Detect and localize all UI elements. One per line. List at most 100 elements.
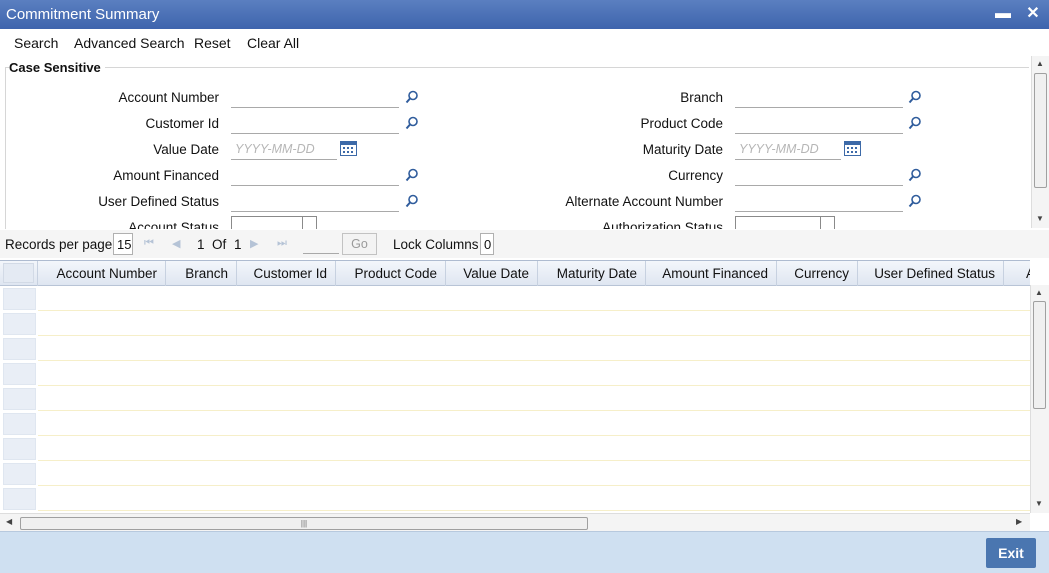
first-page-icon[interactable]: ⏮ [144,237,154,250]
lock-columns-label: Lock Columns [393,237,479,252]
alternate-account-number-label: Alternate Account Number [565,194,723,209]
table-row[interactable] [38,336,1030,361]
row-selector[interactable] [3,488,36,510]
table-row[interactable] [38,361,1030,386]
column-header[interactable]: A [1004,261,1030,286]
product-code-search-icon[interactable] [908,116,922,130]
branch-search-icon[interactable] [908,90,922,104]
scrollbar-thumb[interactable] [1033,301,1046,409]
lock-columns-input[interactable]: 0 [480,233,494,255]
row-selector[interactable] [3,313,36,335]
scroll-down-icon[interactable]: ▼ [1035,499,1043,508]
minimize-button[interactable]: ▬ [993,4,1013,24]
scrollbar-thumb[interactable] [1034,73,1047,188]
grid-header: Account Number Branch Customer Id Produc… [0,261,1030,286]
exit-button[interactable]: Exit [986,538,1036,568]
account-number-search-icon[interactable] [405,90,419,104]
alternate-account-number-search-icon[interactable] [908,194,922,208]
grid-vertical-scrollbar[interactable]: ▲ ▼ [1030,285,1049,513]
column-header[interactable]: Product Code [336,261,446,286]
column-header[interactable]: Customer Id [237,261,336,286]
product-code-label: Product Code [640,116,723,131]
currency-input[interactable] [735,167,903,186]
currency-search-icon[interactable] [908,168,922,182]
scroll-right-icon[interactable]: ▶ [1016,517,1022,526]
select-all-header[interactable] [0,261,38,286]
account-status-label: Account Status [128,220,219,229]
table-row[interactable] [38,386,1030,411]
title-bar: Commitment Summary ▬ ✕ [0,0,1049,29]
next-page-icon[interactable]: ▶ [250,237,258,250]
criteria-vertical-scrollbar[interactable]: ▲ ▼ [1031,56,1049,228]
maturity-date-label: Maturity Date [642,142,723,157]
customer-id-label: Customer Id [145,116,219,131]
scrollbar-thumb[interactable]: ||| [20,517,588,530]
goto-page-input[interactable] [303,235,339,254]
product-code-input[interactable] [735,115,903,134]
account-number-input[interactable] [231,89,399,108]
account-number-label: Account Number [118,90,219,105]
scroll-up-icon[interactable]: ▲ [1035,288,1043,297]
column-header[interactable]: User Defined Status [858,261,1004,286]
chevron-down-icon [820,217,834,229]
row-selector[interactable] [3,463,36,485]
maturity-date-calendar-icon[interactable] [844,141,861,156]
clear-all-button[interactable]: Clear All [247,35,299,51]
column-header[interactable]: Value Date [446,261,538,286]
toolbar: Search Advanced Search Reset Clear All [0,29,1049,55]
row-selector[interactable] [3,413,36,435]
column-header[interactable]: Amount Financed [646,261,777,286]
results-grid: Account Number Branch Customer Id Produc… [0,260,1030,513]
pagination-bar: Records per page 15 ⏮ ◀ 1 Of 1 ▶ ⏭ Go Lo… [0,230,1049,258]
branch-input[interactable] [735,89,903,108]
records-per-page-input[interactable]: 15 [113,233,133,255]
previous-page-icon[interactable]: ◀ [172,237,180,250]
user-defined-status-label: User Defined Status [98,194,219,209]
total-pages: 1 [234,237,242,252]
search-button[interactable]: Search [14,35,58,51]
user-defined-status-search-icon[interactable] [405,194,419,208]
table-row[interactable] [38,411,1030,436]
account-status-select[interactable] [231,216,317,229]
go-button[interactable]: Go [342,233,377,255]
scroll-up-icon[interactable]: ▲ [1036,59,1044,68]
table-row[interactable] [38,461,1030,486]
close-button[interactable]: ✕ [1023,4,1043,24]
maturity-date-placeholder: YYYY-MM-DD [739,142,819,156]
table-row[interactable] [38,436,1030,461]
table-row[interactable] [38,286,1030,311]
last-page-icon[interactable]: ⏭ [277,237,287,250]
alternate-account-number-input[interactable] [735,193,903,212]
window-title: Commitment Summary [6,6,160,23]
chevron-down-icon [302,217,316,229]
column-header[interactable]: Branch [166,261,237,286]
case-sensitive-label: Case Sensitive [9,60,105,75]
row-selector[interactable] [3,338,36,360]
table-row[interactable] [38,311,1030,336]
amount-financed-search-icon[interactable] [405,168,419,182]
amount-financed-input[interactable] [231,167,399,186]
advanced-search-button[interactable]: Advanced Search [74,35,185,51]
footer-bar: Exit [0,531,1049,573]
current-page: 1 [197,237,205,252]
amount-financed-label: Amount Financed [113,168,219,183]
row-selector[interactable] [3,388,36,410]
grid-horizontal-scrollbar[interactable]: ◀ ||| ▶ [0,513,1030,531]
authorization-status-label: Authorization Status [602,220,723,229]
customer-id-search-icon[interactable] [405,116,419,130]
of-label: Of [212,237,227,252]
user-defined-status-input[interactable] [231,193,399,212]
row-selector[interactable] [3,363,36,385]
column-header[interactable]: Account Number [38,261,166,286]
column-header[interactable]: Currency [777,261,858,286]
column-header[interactable]: Maturity Date [538,261,646,286]
row-selector[interactable] [3,288,36,310]
reset-button[interactable]: Reset [194,35,231,51]
scroll-left-icon[interactable]: ◀ [6,517,12,526]
customer-id-input[interactable] [231,115,399,134]
scroll-down-icon[interactable]: ▼ [1036,214,1044,223]
table-row[interactable] [38,486,1030,511]
authorization-status-select[interactable] [735,216,835,229]
row-selector[interactable] [3,438,36,460]
value-date-calendar-icon[interactable] [340,141,357,156]
